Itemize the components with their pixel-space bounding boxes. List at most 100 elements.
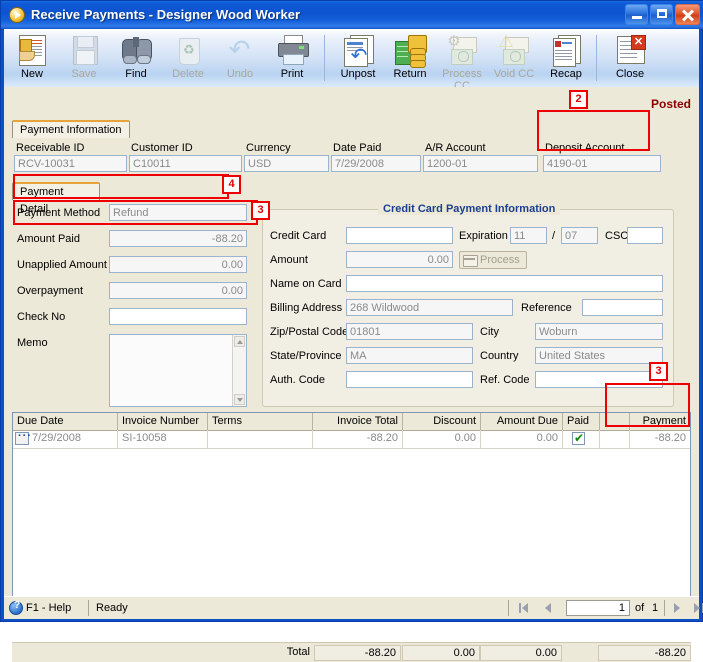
nav-first-button[interactable] (516, 601, 534, 616)
toolbar-label-undo: Undo (226, 68, 254, 80)
help-icon[interactable] (9, 600, 23, 615)
label-country: Country (480, 350, 519, 362)
unapplied-amount-field[interactable]: 0.00 (109, 256, 247, 273)
amount-paid-field[interactable]: -88.20 (109, 230, 247, 247)
label-unapplied-amount: Unapplied Amount (17, 259, 107, 271)
label-city: City (480, 326, 499, 338)
scroll-up-icon[interactable] (234, 336, 245, 347)
grid-header-amount-due[interactable]: Amount Due (481, 413, 563, 430)
undo-arrow-icon: ↶ (228, 34, 251, 64)
status-separator-3 (664, 600, 665, 616)
reference-field[interactable] (582, 299, 663, 316)
scroll-down-icon[interactable] (234, 394, 245, 405)
credit-card-field[interactable] (346, 227, 453, 244)
currency-field[interactable]: USD (244, 155, 329, 172)
toolbar-label-unpost: Unpost (340, 68, 376, 80)
title-bar: Receive Payments - Designer Wood Worker (1, 1, 703, 30)
zip-field[interactable]: 01801 (346, 323, 473, 340)
nav-last-button[interactable] (692, 601, 703, 616)
grid-header-due-date[interactable]: Due Date (13, 413, 118, 430)
toolbar-button-recap[interactable]: Recap (540, 32, 592, 84)
paid-checkbox[interactable] (572, 430, 585, 447)
ar-account-field[interactable]: 1200-01 (423, 155, 538, 172)
toolbar-label-print: Print (280, 68, 304, 80)
toolbar-button-return[interactable]: Return (384, 32, 436, 84)
name-on-card-field[interactable] (346, 275, 663, 292)
memo-field[interactable] (109, 334, 247, 407)
date-paid-field[interactable]: 7/29/2008 (331, 155, 421, 172)
auth-code-field[interactable] (346, 371, 473, 388)
cell-invoice-total[interactable]: -88.20 (313, 430, 403, 448)
application-window: Receive Payments - Designer Wood Worker (0, 0, 703, 662)
customer-id-field[interactable]: C10011 (129, 155, 242, 172)
label-currency: Currency (246, 142, 291, 154)
table-row[interactable]: 7/29/2008 SI-10058 -88.20 0.00 0.00 -88.… (13, 430, 690, 449)
window-controls (623, 4, 700, 25)
toolbar-button-new[interactable]: New (6, 32, 58, 84)
row-selector-icon[interactable] (15, 430, 32, 445)
grid-header-terms[interactable]: Terms (208, 413, 313, 430)
toolbar-button-print[interactable]: Print (266, 32, 318, 84)
country-field[interactable]: United States (535, 347, 663, 364)
annotation-number-2: 2 (569, 90, 588, 109)
grid-header-invoice-number[interactable]: Invoice Number (118, 413, 208, 430)
annotation-number-3a: 3 (251, 201, 270, 220)
overpayment-field[interactable]: 0.00 (109, 282, 247, 299)
cell-payment[interactable]: -88.20 (630, 430, 690, 448)
annotation-box-payment-method (13, 174, 229, 199)
save-floppy-icon (67, 34, 101, 66)
nav-next-button[interactable] (670, 601, 688, 616)
csc-field[interactable] (627, 227, 663, 244)
maximize-button[interactable] (650, 4, 673, 25)
cell-discount[interactable]: 0.00 (403, 430, 481, 448)
receivable-id-field[interactable]: RCV-10031 (14, 155, 127, 172)
minimize-button[interactable] (625, 4, 648, 25)
billing-address-field[interactable]: 268 Wildwood (346, 299, 513, 316)
memo-scrollbar[interactable] (232, 335, 246, 406)
totals-invoice-total: -88.20 (314, 645, 401, 661)
cell-invoice-number[interactable]: SI-10058 (118, 430, 208, 448)
cell-terms[interactable] (208, 430, 313, 448)
tab-payment-information[interactable]: Payment Information (12, 120, 130, 138)
toolbar-button-find[interactable]: Find (110, 32, 162, 84)
page-number-input[interactable]: 1 (566, 600, 630, 616)
toolbar-label-save: Save (71, 68, 97, 80)
new-document-icon (15, 34, 49, 66)
toolbar-button-undo: ↶ Undo (214, 32, 266, 84)
cc-amount-field[interactable]: 0.00 (346, 251, 453, 268)
nav-previous-button[interactable] (540, 601, 558, 616)
toolbar-button-save: Save (58, 32, 110, 84)
label-date-paid: Date Paid (333, 142, 382, 154)
state-field[interactable]: MA (346, 347, 473, 364)
totals-amount-due: 0.00 (480, 645, 562, 661)
label-receivable-id: Receivable ID (16, 142, 85, 154)
expiration-year-field[interactable]: 07 (561, 227, 598, 244)
minimize-icon (626, 5, 647, 24)
process-cc-gear-icon: ⚙ (445, 34, 479, 66)
totals-payment: -88.20 (598, 645, 691, 661)
toolbar-button-unpost[interactable]: ↶ Unpost (332, 32, 384, 84)
status-separator-2 (508, 600, 509, 616)
process-button[interactable]: Process (459, 251, 527, 269)
toolbar-button-close[interactable]: ✕ Close (604, 32, 656, 84)
credit-card-icon (463, 255, 478, 267)
grid-header-paid[interactable]: Paid (563, 413, 600, 430)
grid-header-invoice-total[interactable]: Invoice Total (313, 413, 403, 430)
toolbar-separator-1 (324, 35, 325, 81)
cell-paid[interactable] (563, 430, 600, 448)
deposit-account-field[interactable]: 4190-01 (543, 155, 661, 172)
label-expiration: Expiration (459, 230, 508, 242)
toolbar: New Save Find ♻ Delete ↶ Undo Print ↶ Un… (4, 29, 699, 92)
cell-due-date[interactable]: 7/29/2008 (13, 430, 118, 448)
check-no-field[interactable] (109, 308, 247, 325)
status-help-label[interactable]: F1 - Help (26, 602, 71, 614)
cell-amount-due[interactable]: 0.00 (481, 430, 563, 448)
close-button[interactable] (675, 4, 700, 25)
annotation-number-3b: 3 (649, 362, 668, 381)
toolbar-label-close: Close (615, 68, 645, 80)
grid-header-discount[interactable]: Discount (403, 413, 481, 430)
city-field[interactable]: Woburn (535, 323, 663, 340)
invoice-grid[interactable]: Due Date Invoice Number Terms Invoice To… (12, 412, 691, 607)
expiration-month-field[interactable]: 11 (510, 227, 547, 244)
cell-spacer[interactable] (600, 430, 630, 448)
